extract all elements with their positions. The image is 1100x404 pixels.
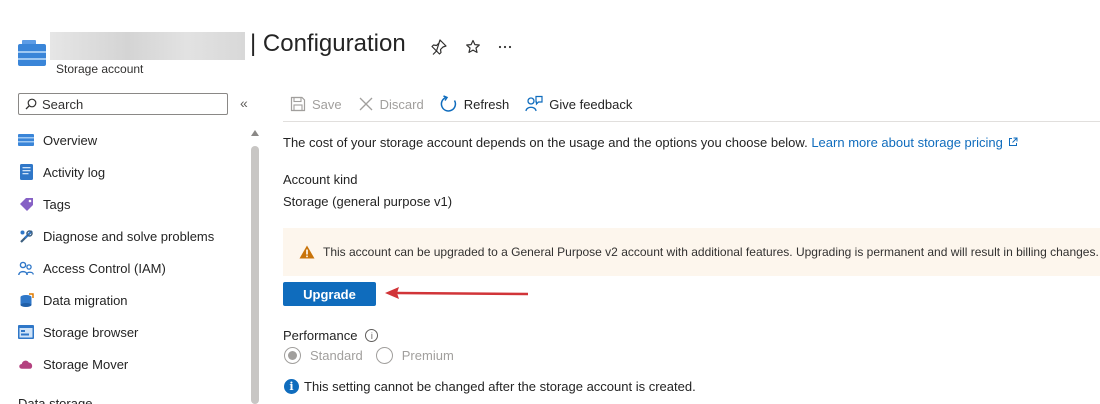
refresh-label: Refresh (463, 96, 510, 112)
annotation-arrow-icon (385, 287, 529, 299)
pricing-description: The cost of your storage account depends… (283, 135, 1018, 150)
pin-icon[interactable] (428, 36, 450, 58)
cloud-icon (18, 356, 34, 372)
sidebar-scrollbar[interactable] (251, 146, 259, 404)
sidebar-item-overview[interactable]: Overview (18, 124, 248, 156)
search-input[interactable] (42, 96, 222, 112)
performance-note: i This setting cannot be changed after t… (284, 379, 696, 394)
radio-selected-icon (284, 347, 301, 364)
save-icon (290, 96, 306, 112)
discard-label: Discard (379, 96, 424, 112)
learn-more-link[interactable]: Learn more about storage pricing (811, 135, 1018, 150)
sidebar-item-iam[interactable]: Access Control (IAM) (18, 252, 248, 284)
sidebar-item-storage-mover[interactable]: Storage Mover (18, 348, 248, 380)
performance-label: Performance i (283, 328, 379, 343)
note-text: This setting cannot be changed after the… (304, 379, 696, 394)
search-icon (25, 98, 37, 110)
refresh-icon (440, 95, 456, 112)
sidebar-item-storage-browser[interactable]: Storage browser (18, 316, 248, 348)
sidebar-section-data-storage: Data storage (18, 396, 93, 404)
radio-premium-label: Premium (401, 348, 454, 363)
sidebar-item-data-migration[interactable]: Data migration (18, 284, 248, 316)
star-icon[interactable] (462, 36, 484, 58)
scroll-up-arrow-icon[interactable] (251, 130, 259, 136)
page-subtitle: Storage account (56, 62, 144, 76)
wrench-icon (18, 228, 34, 244)
people-icon (18, 260, 34, 276)
radio-premium[interactable]: Premium (375, 347, 454, 364)
sidebar-item-label: Access Control (IAM) (43, 260, 166, 276)
sidebar-item-label: Diagnose and solve problems (43, 228, 215, 244)
radio-standard-label: Standard (310, 348, 363, 363)
upgrade-button[interactable]: Upgrade (283, 282, 376, 306)
sidebar-item-diagnose[interactable]: Diagnose and solve problems (18, 220, 248, 252)
save-label: Save (312, 96, 342, 112)
feedback-label: Give feedback (549, 96, 633, 112)
learn-more-label: Learn more about storage pricing (811, 135, 1003, 150)
sidebar-item-label: Data migration (43, 292, 128, 308)
refresh-button[interactable]: Refresh (440, 95, 510, 113)
warning-text: This account can be upgraded to a Genera… (323, 245, 1099, 259)
info-icon[interactable]: i (365, 329, 379, 342)
data-migration-icon (18, 292, 34, 308)
save-button[interactable]: Save (290, 96, 342, 112)
radio-unselected-icon (375, 347, 393, 364)
feedback-icon (525, 95, 543, 112)
more-icon[interactable] (494, 36, 516, 58)
sidebar-item-label: Overview (43, 132, 98, 148)
external-link-icon (1009, 137, 1018, 146)
close-icon (359, 97, 373, 111)
search-input-wrapper[interactable] (18, 93, 228, 115)
sidebar-item-label: Activity log (43, 164, 106, 180)
sidebar-nav: Overview Activity log Tags Diagnose and … (18, 124, 248, 380)
account-kind-label: Account kind (283, 172, 358, 187)
discard-button[interactable]: Discard (358, 96, 424, 112)
sidebar-item-label: Storage Mover (43, 356, 129, 372)
give-feedback-button[interactable]: Give feedback (525, 95, 632, 113)
sidebar-item-label: Storage browser (43, 324, 139, 340)
sidebar-item-label: Tags (43, 196, 71, 212)
overview-icon (18, 132, 34, 148)
tag-icon (18, 196, 34, 212)
upgrade-warning-banner: This account can be upgraded to a Genera… (283, 228, 1100, 276)
account-kind-value: Storage (general purpose v1) (283, 194, 453, 209)
performance-radio-group: Standard Premium (284, 347, 467, 364)
command-bar: Save Discard Refresh Give feedback (290, 94, 648, 114)
redacted-account-name (50, 32, 245, 60)
description-text: The cost of your storage account depends… (283, 135, 808, 150)
info-filled-icon: i (284, 379, 299, 394)
warning-icon (299, 245, 315, 259)
sidebar-item-tags[interactable]: Tags (18, 188, 248, 220)
sidebar-item-activity-log[interactable]: Activity log (18, 156, 248, 188)
collapse-sidebar-icon[interactable]: « (240, 95, 248, 111)
performance-text: Performance (283, 328, 358, 343)
activity-log-icon (18, 164, 34, 180)
radio-standard[interactable]: Standard (284, 347, 363, 364)
page-title: | Configuration (250, 30, 406, 57)
storage-account-icon (18, 40, 46, 66)
storage-browser-icon (18, 324, 34, 340)
toolbar-divider (283, 121, 1100, 122)
